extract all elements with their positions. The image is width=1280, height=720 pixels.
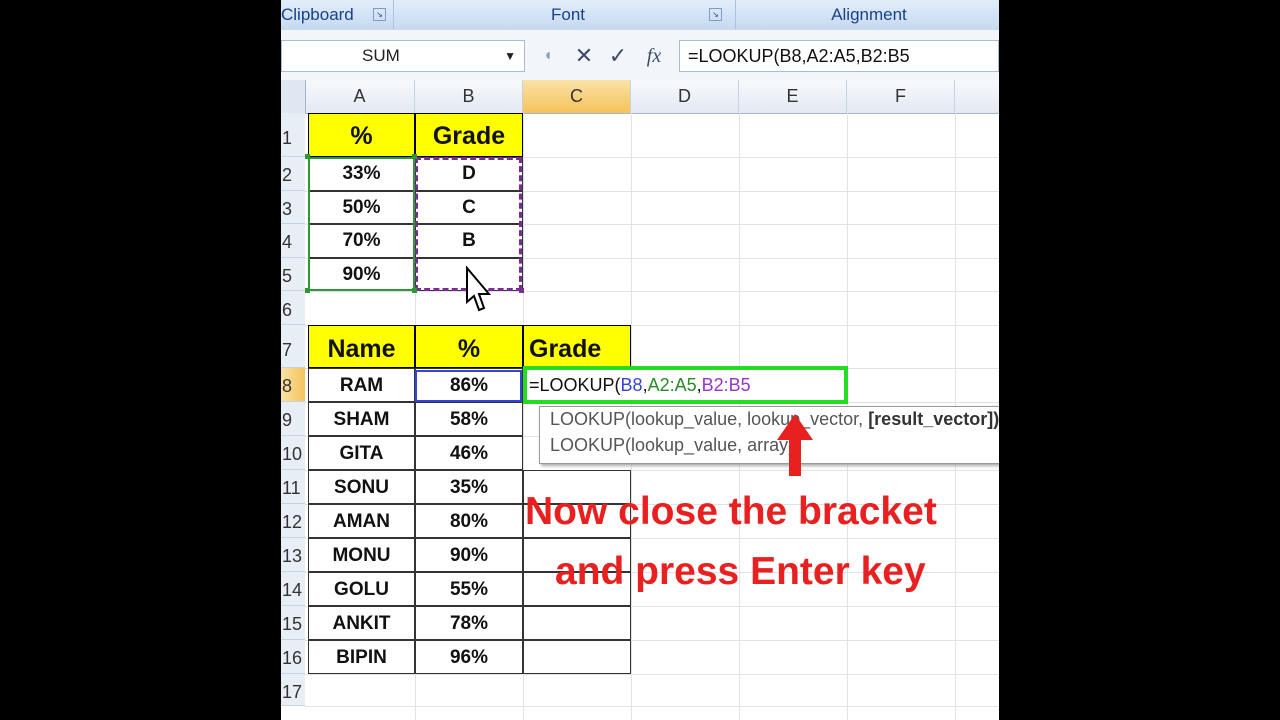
- row-header[interactable]: 14: [281, 572, 305, 606]
- cell-b3[interactable]: C: [415, 191, 523, 224]
- row-header[interactable]: 10: [281, 436, 305, 470]
- mouse-cursor-icon: [466, 266, 491, 312]
- row-header[interactable]: 5: [281, 258, 305, 291]
- cell-a14[interactable]: GOLU: [308, 572, 415, 606]
- dropdown-arrow-icon[interactable]: ▼: [504, 41, 516, 71]
- cell-a12[interactable]: AMAN: [308, 504, 415, 538]
- annotation-line-1: Now close the bracket: [525, 490, 937, 533]
- column-header-d[interactable]: D: [631, 80, 739, 113]
- column-header-e[interactable]: E: [739, 80, 847, 113]
- column-headers: A B C D E F: [281, 80, 999, 114]
- formula-ref-b2-b5: B2:B5: [701, 375, 751, 395]
- resize-grip-icon[interactable]: ◖: [533, 40, 563, 72]
- cell-b14[interactable]: 55%: [415, 572, 523, 606]
- cell-a5[interactable]: 90%: [308, 258, 415, 291]
- cell-a13[interactable]: MONU: [308, 538, 415, 572]
- formula-input[interactable]: =LOOKUP(B8,A2:A5,B2:B5: [679, 40, 999, 72]
- cell-b1[interactable]: Grade: [415, 113, 523, 157]
- cell-b7[interactable]: %: [415, 325, 523, 368]
- row-header[interactable]: 12: [281, 504, 305, 538]
- cell-a3[interactable]: 50%: [308, 191, 415, 224]
- ribbon-group-labels: Clipboard ↘ Font ↘ Alignment: [281, 0, 999, 31]
- cell-b11[interactable]: 35%: [415, 470, 523, 504]
- cell-b13[interactable]: 90%: [415, 538, 523, 572]
- column-header-f[interactable]: F: [847, 80, 955, 113]
- cell-b9[interactable]: 58%: [415, 402, 523, 436]
- cell-b2[interactable]: D: [415, 157, 523, 191]
- row-header[interactable]: 7: [281, 325, 305, 368]
- range-handle[interactable]: [519, 288, 524, 293]
- row-header[interactable]: 15: [281, 606, 305, 640]
- range-handle[interactable]: [305, 154, 310, 159]
- enter-icon[interactable]: ✓: [603, 40, 633, 72]
- name-box-value: SUM: [362, 46, 400, 65]
- ribbon-group-alignment[interactable]: Alignment: [739, 0, 999, 29]
- dialog-launcher-icon[interactable]: ↘: [709, 8, 722, 21]
- ribbon-group-label: Font: [550, 5, 586, 24]
- row-header[interactable]: 2: [281, 157, 305, 191]
- row-header[interactable]: 9: [281, 402, 305, 436]
- cell-b4[interactable]: B: [415, 224, 523, 258]
- tooltip-syntax: LOOKUP(lookup_value, lookup_vector,: [550, 409, 869, 429]
- formula-ref-a2-a5: A2:A5: [647, 375, 697, 395]
- insert-function-icon[interactable]: fx: [639, 40, 669, 72]
- range-handle[interactable]: [412, 154, 417, 159]
- row-header[interactable]: 16: [281, 640, 305, 674]
- cell-a1[interactable]: %: [308, 113, 415, 157]
- tooltip-line-2[interactable]: LOOKUP(lookup_value, array): [550, 435, 794, 456]
- row-header[interactable]: 8: [281, 368, 305, 402]
- red-arrow-up-icon: [777, 414, 813, 476]
- name-box[interactable]: SUM ▼: [281, 40, 525, 72]
- ribbon-group-label: Clipboard: [281, 5, 354, 24]
- row-header[interactable]: 3: [281, 191, 305, 224]
- cell-a10[interactable]: GITA: [308, 436, 415, 470]
- tooltip-line-1[interactable]: LOOKUP(lookup_value, lookup_vector, [res…: [550, 409, 999, 430]
- cell-b16[interactable]: 96%: [415, 640, 523, 674]
- ribbon-group-font[interactable]: Font: [401, 0, 736, 29]
- cell-a8[interactable]: RAM: [308, 368, 415, 402]
- cell-a16[interactable]: BIPIN: [308, 640, 415, 674]
- excel-window: Clipboard ↘ Font ↘ Alignment SUM ▼ ◖ ✕ ✓…: [281, 0, 999, 720]
- column-header-a[interactable]: A: [305, 80, 415, 113]
- column-header-c[interactable]: C: [523, 80, 631, 113]
- row-header[interactable]: 1: [281, 113, 305, 157]
- formula-ref-b8: B8: [620, 375, 643, 395]
- column-header-b[interactable]: B: [415, 80, 523, 113]
- ribbon-group-label: Alignment: [831, 5, 907, 24]
- row-header[interactable]: 4: [281, 224, 305, 258]
- select-all-corner[interactable]: [281, 80, 306, 113]
- row-header[interactable]: 6: [281, 291, 305, 325]
- cell-c15[interactable]: [523, 606, 631, 640]
- row-header[interactable]: 17: [281, 674, 305, 706]
- function-tooltip: LOOKUP(lookup_value, lookup_vector, [res…: [539, 406, 999, 464]
- cell-a11[interactable]: SONU: [308, 470, 415, 504]
- formula-prefix: =LOOKUP(: [529, 375, 621, 395]
- tooltip-current-arg: [result_vector]): [868, 409, 999, 429]
- row-header[interactable]: 11: [281, 470, 305, 504]
- cell-a9[interactable]: SHAM: [308, 402, 415, 436]
- cell-a15[interactable]: ANKIT: [308, 606, 415, 640]
- cell-b10[interactable]: 46%: [415, 436, 523, 470]
- cell-b15[interactable]: 78%: [415, 606, 523, 640]
- row-header[interactable]: 13: [281, 538, 305, 572]
- annotation-line-2: and press Enter key: [555, 550, 926, 593]
- cell-a2[interactable]: 33%: [308, 157, 415, 191]
- active-cell-editor-c8[interactable]: =LOOKUP(B8,A2:A5,B2:B5: [523, 366, 848, 404]
- cell-b8[interactable]: 86%: [415, 368, 523, 402]
- formula-bar: SUM ▼ ◖ ✕ ✓ fx =LOOKUP(B8,A2:A5,B2:B5: [281, 30, 999, 81]
- cell-a7[interactable]: Name: [308, 325, 415, 368]
- cell-c16[interactable]: [523, 640, 631, 674]
- range-handle[interactable]: [412, 288, 417, 293]
- dialog-launcher-icon[interactable]: ↘: [373, 8, 386, 21]
- cell-b12[interactable]: 80%: [415, 504, 523, 538]
- cancel-icon[interactable]: ✕: [569, 40, 599, 72]
- cell-a4[interactable]: 70%: [308, 224, 415, 258]
- range-handle[interactable]: [305, 288, 310, 293]
- cell-c7[interactable]: Grade: [523, 325, 631, 368]
